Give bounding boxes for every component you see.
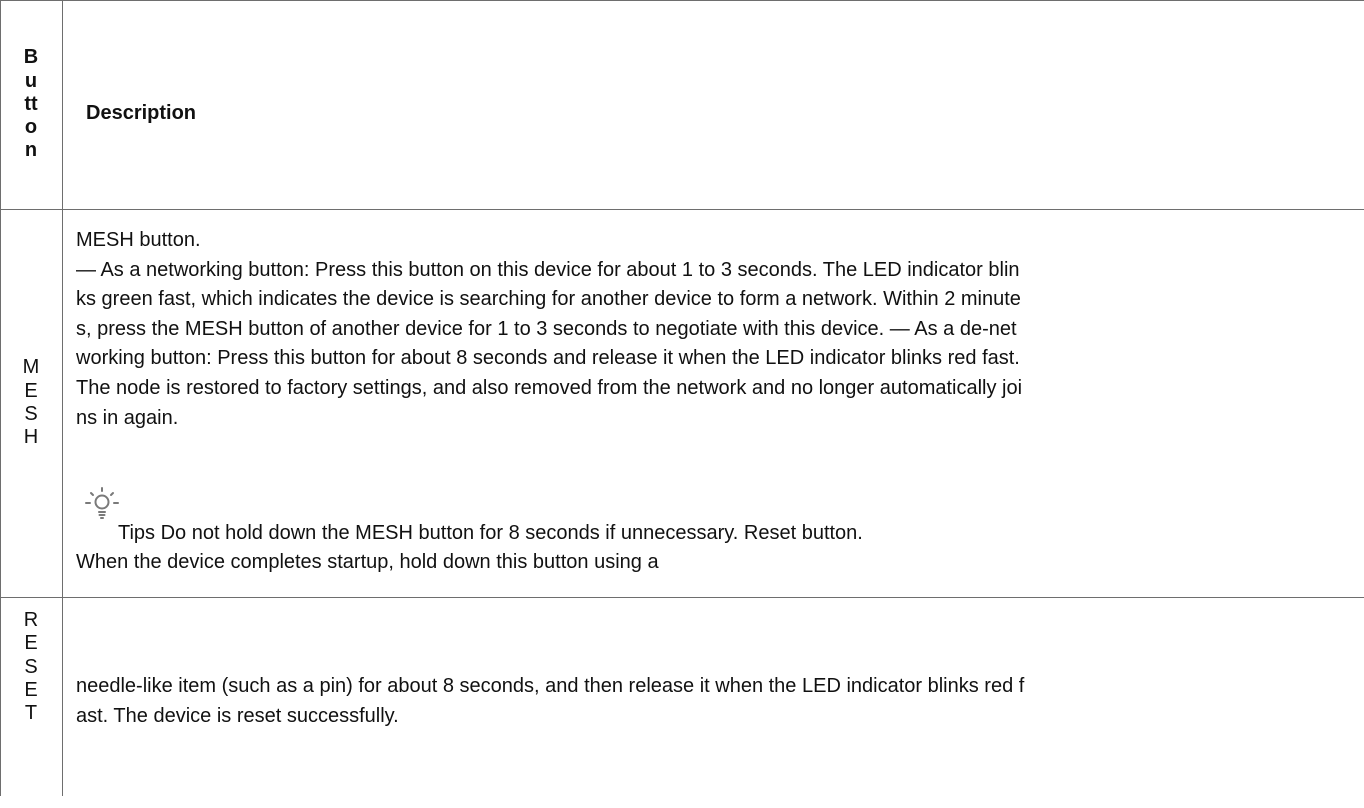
mesh-button-letter: S	[24, 403, 38, 425]
header-button-letter: tt	[24, 92, 38, 115]
mesh-description-line: working button: Press this button for ab…	[76, 347, 1020, 370]
reset-button-letter: E	[24, 678, 38, 701]
lightbulb-icon	[85, 487, 119, 519]
mesh-description-line: The node is restored to factory settings…	[76, 376, 1023, 399]
button-description-table: B u tt o n Description M E S H MESH butt…	[0, 0, 1364, 796]
header-button-letter: o	[24, 116, 38, 139]
mesh-description-line: — As a networking button: Press this but…	[76, 258, 1020, 281]
reset-button-letter: S	[24, 655, 38, 678]
reset-button-cell: R E S E T	[0, 597, 62, 808]
mesh-description-last-line: When the device completes startup, hold …	[76, 551, 659, 573]
mesh-button-letter: H	[23, 426, 39, 449]
header-description: Description	[86, 102, 197, 124]
reset-description-line: ast. The device is reset successfully.	[76, 704, 399, 727]
mesh-description: MESH button. — As a networking button: P…	[76, 226, 1364, 433]
mesh-description-line: ns in again.	[76, 406, 179, 429]
reset-description: needle-like item (such as a pin) for abo…	[76, 672, 1364, 731]
header-button-letter: n	[24, 139, 38, 162]
reset-button-letter: E	[24, 632, 38, 655]
mesh-button-cell: M E S H	[0, 209, 62, 597]
table-border-top	[0, 0, 1364, 1]
mesh-button-letter: M	[22, 356, 40, 379]
mesh-button-letter: E	[24, 379, 38, 402]
reset-description-line: needle-like item (such as a pin) for abo…	[76, 675, 1025, 697]
mesh-description-line: s, press the MESH button of another devi…	[76, 317, 1017, 340]
mesh-description-line: ks green fast, which indicates the devic…	[76, 288, 1021, 311]
mesh-description-line: MESH button.	[76, 229, 201, 251]
column-divider	[62, 0, 63, 796]
reset-button-letter: T	[24, 702, 38, 725]
header-button-letter: B	[23, 46, 39, 69]
row-divider-header	[0, 209, 1364, 210]
header-button-cell: B u tt o n	[0, 0, 62, 209]
reset-button-letter: R	[23, 609, 39, 631]
row-divider-mesh	[0, 597, 1364, 598]
header-button-letter: u	[24, 69, 38, 92]
tips-text: Tips Do not hold down the MESH button fo…	[118, 522, 863, 544]
